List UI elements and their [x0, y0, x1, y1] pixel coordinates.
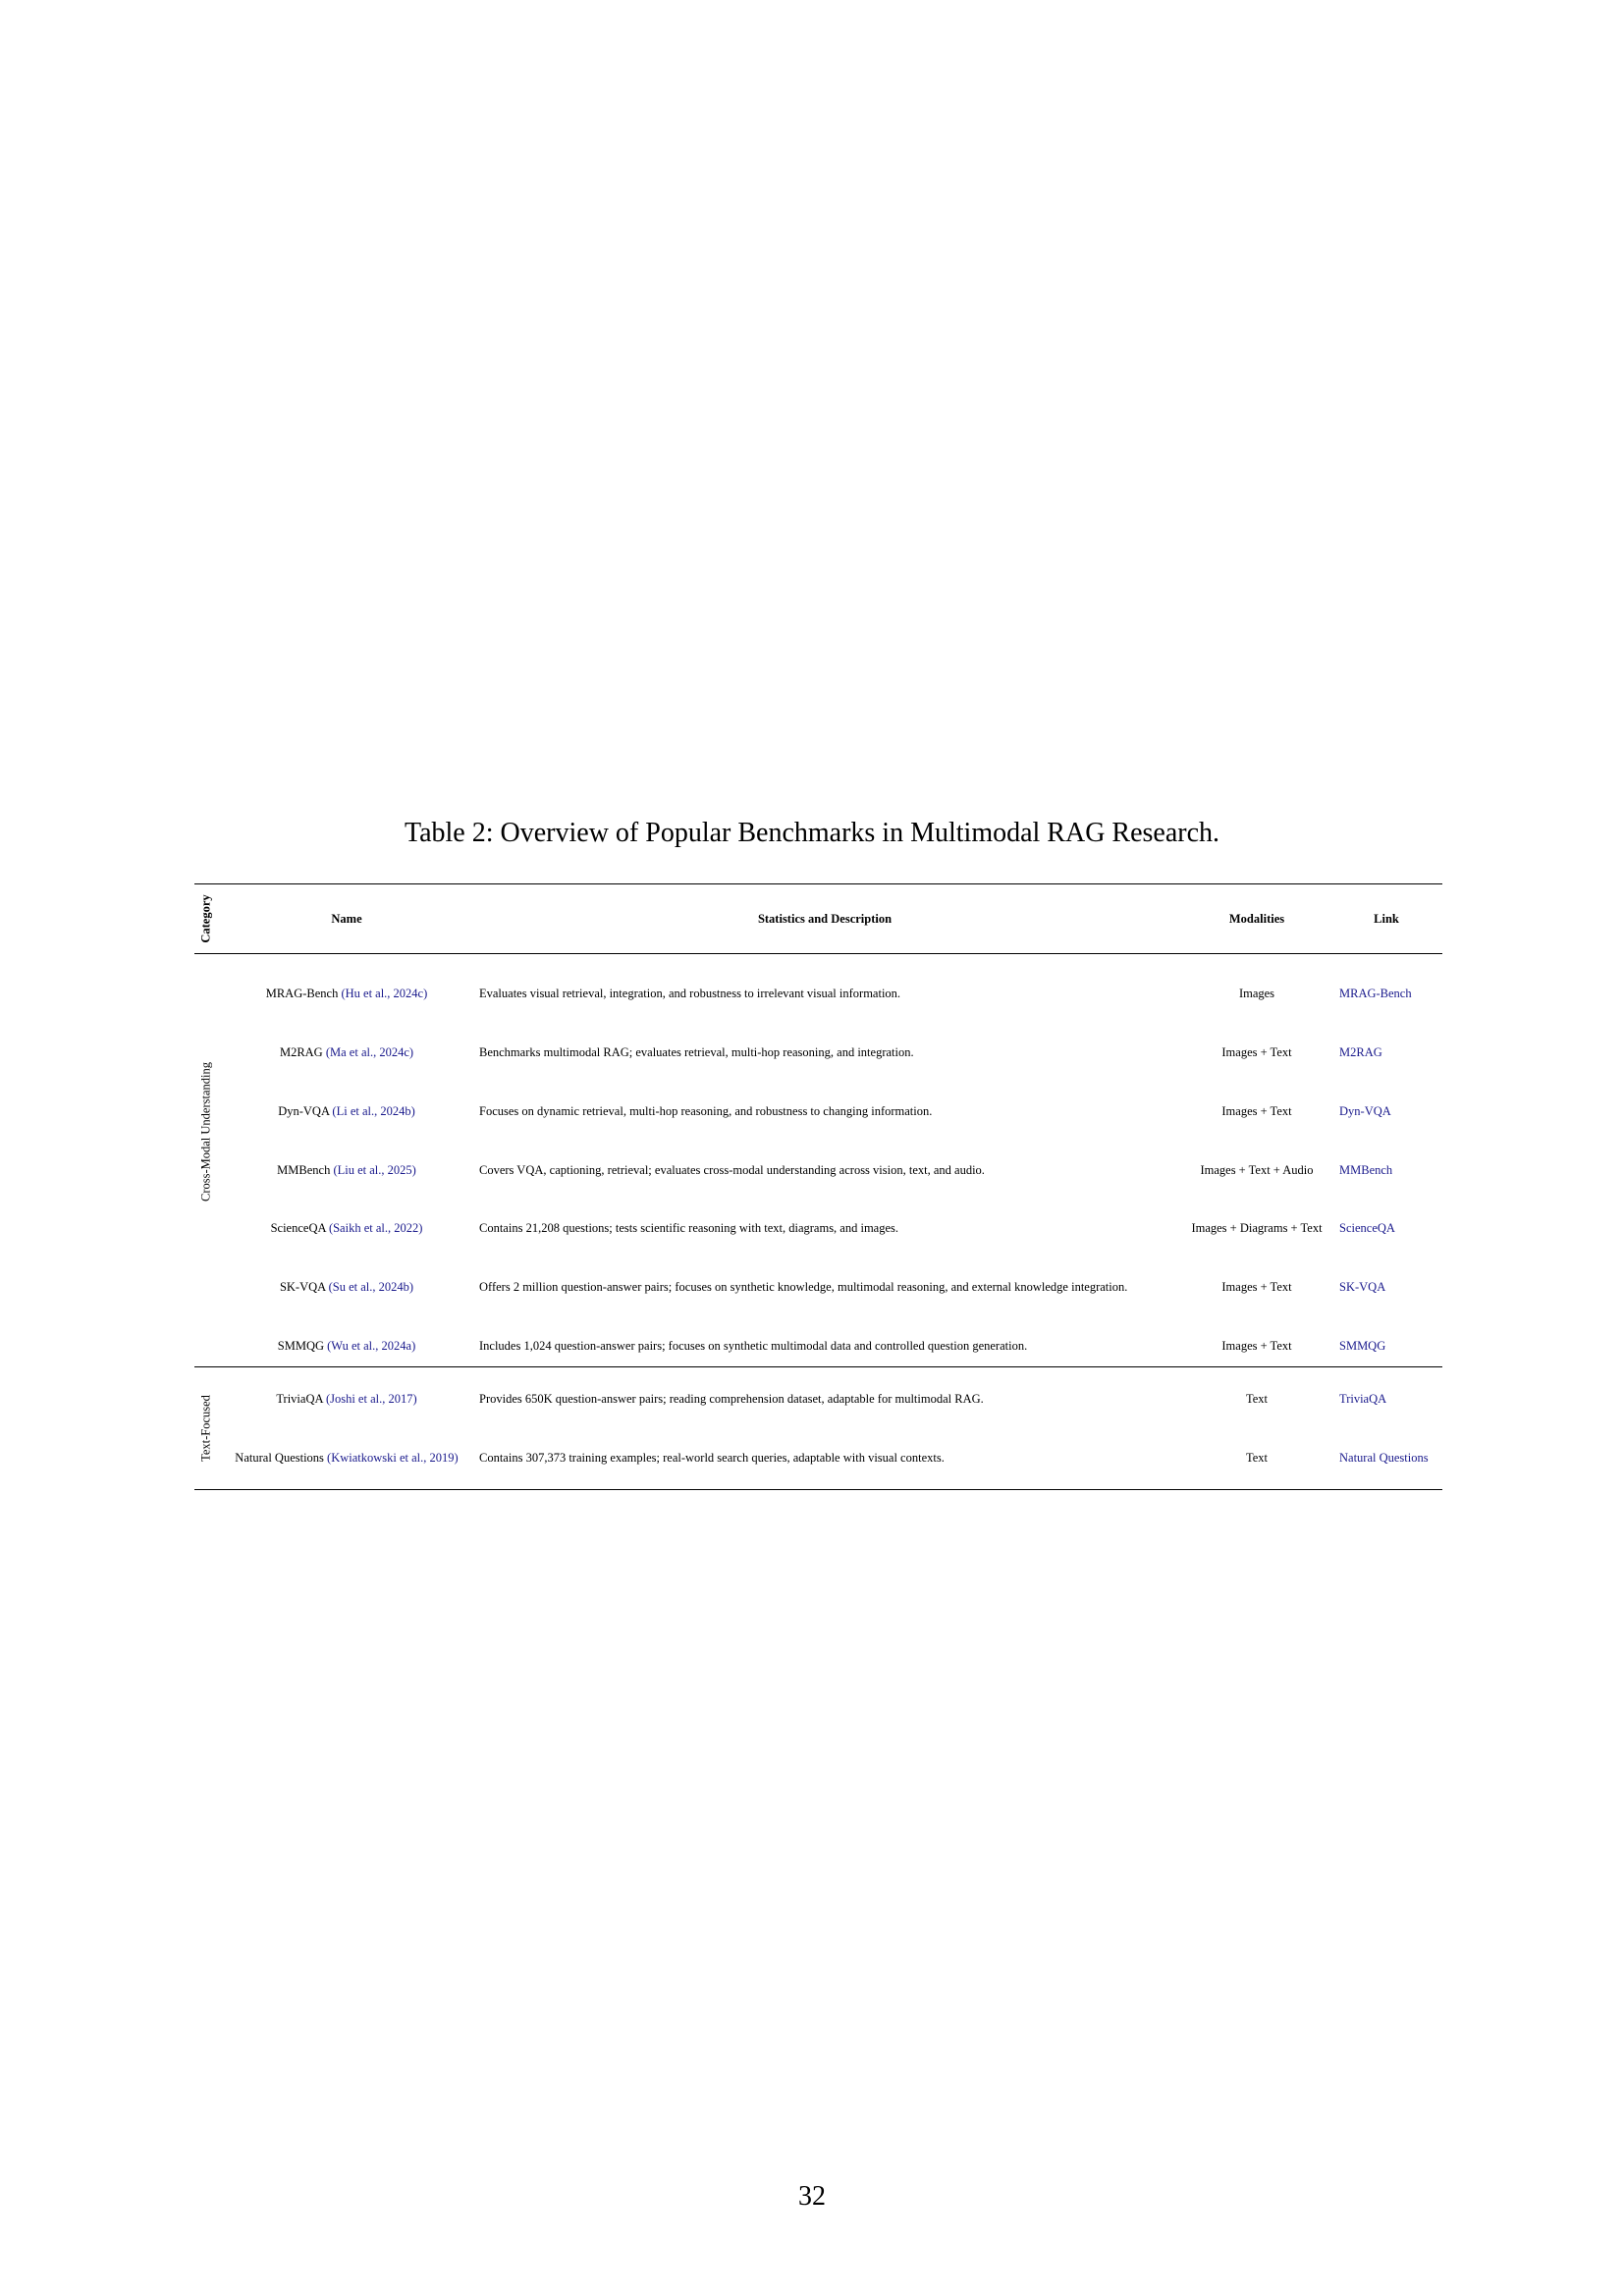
benchmark-name: MMBench (Liu et al., 2025) — [277, 1163, 416, 1177]
benchmark-modalities: Images + Text — [1221, 1339, 1292, 1353]
benchmark-modalities: Images + Text — [1221, 1280, 1292, 1294]
benchmark-modalities: Images + Text — [1221, 1045, 1292, 1059]
benchmark-link[interactable]: Natural Questions — [1339, 1446, 1429, 1469]
benchmark-link[interactable]: SMMQG — [1339, 1334, 1385, 1358]
table-row: SMMQG (Wu et al., 2024a) Includes 1,024 … — [194, 1334, 1442, 1358]
benchmark-modalities: Text — [1245, 1392, 1269, 1406]
benchmark-link[interactable]: M2RAG — [1339, 1041, 1382, 1064]
benchmark-modalities: Images — [1238, 987, 1275, 1000]
benchmark-name: M2RAG (Ma et al., 2024c) — [279, 1045, 414, 1059]
citation-link[interactable]: (Wu et al., 2024a) — [327, 1339, 415, 1353]
header-description: Statistics and Description — [757, 912, 893, 926]
benchmark-link[interactable]: MMBench — [1339, 1158, 1392, 1182]
benchmark-link[interactable]: ScienceQA — [1339, 1216, 1395, 1240]
table-row: Dyn-VQA (Li et al., 2024b) Focuses on dy… — [194, 1099, 1442, 1123]
table-row: M2RAG (Ma et al., 2024c) Benchmarks mult… — [194, 1041, 1442, 1064]
benchmark-description: Provides 650K question-answer pairs; rea… — [479, 1392, 984, 1406]
citation-link[interactable]: (Su et al., 2024b) — [329, 1280, 413, 1294]
benchmark-name: Dyn-VQA (Li et al., 2024b) — [278, 1104, 415, 1118]
table-row: MMBench (Liu et al., 2025) Covers VQA, c… — [194, 1158, 1442, 1182]
benchmark-description: Offers 2 million question-answer pairs; … — [479, 1280, 1128, 1294]
benchmark-description: Contains 21,208 questions; tests scienti… — [479, 1221, 899, 1235]
benchmark-modalities: Images + Text — [1221, 1104, 1292, 1118]
benchmark-name: TriviaQA (Joshi et al., 2017) — [276, 1392, 417, 1406]
table-row: TriviaQA (Joshi et al., 2017) Provides 6… — [194, 1387, 1442, 1411]
benchmark-name: SK-VQA (Su et al., 2024b) — [279, 1280, 414, 1294]
benchmark-name: Natural Questions (Kwiatkowski et al., 2… — [235, 1451, 459, 1465]
benchmark-description: Focuses on dynamic retrieval, multi-hop … — [479, 1104, 933, 1118]
benchmark-link[interactable]: MRAG-Bench — [1339, 982, 1412, 1005]
benchmark-modalities: Text — [1245, 1451, 1269, 1465]
benchmark-link[interactable]: Dyn-VQA — [1339, 1099, 1391, 1123]
header-modalities: Modalities — [1228, 912, 1285, 926]
table-row: SK-VQA (Su et al., 2024b) Offers 2 milli… — [194, 1275, 1442, 1299]
citation-link[interactable]: (Li et al., 2024b) — [332, 1104, 414, 1118]
header-name: Name — [331, 912, 362, 926]
table-header: Category Name Statistics and Description… — [194, 884, 1442, 954]
header-link: Link — [1374, 912, 1399, 926]
benchmark-name: SMMQG (Wu et al., 2024a) — [277, 1339, 416, 1353]
citation-link[interactable]: (Liu et al., 2025) — [333, 1163, 415, 1177]
section-text-focused: Text-Focused TriviaQA (Joshi et al., 201… — [194, 1367, 1442, 1489]
citation-link[interactable]: (Saikh et al., 2022) — [329, 1221, 422, 1235]
table-row: Natural Questions (Kwiatkowski et al., 2… — [194, 1446, 1442, 1469]
benchmark-description: Contains 307,373 training examples; real… — [479, 1451, 945, 1465]
header-category: Category — [198, 894, 213, 943]
benchmark-description: Covers VQA, captioning, retrieval; evalu… — [479, 1163, 985, 1177]
section-cross-modal: Cross-Modal Understanding MRAG-Bench (Hu… — [194, 954, 1442, 1367]
table-caption: Table 2: Overview of Popular Benchmarks … — [404, 818, 1220, 848]
benchmark-description: Evaluates visual retrieval, integration,… — [479, 987, 901, 1000]
citation-link[interactable]: (Joshi et al., 2017) — [326, 1392, 417, 1406]
benchmark-description: Benchmarks multimodal RAG; evaluates ret… — [479, 1045, 914, 1059]
citation-link[interactable]: (Ma et al., 2024c) — [326, 1045, 413, 1059]
benchmark-description: Includes 1,024 question-answer pairs; fo… — [479, 1339, 1028, 1353]
benchmark-modalities: Images + Text + Audio — [1200, 1163, 1314, 1177]
benchmarks-table: Category Name Statistics and Description… — [194, 883, 1442, 1490]
page-number: 32 — [798, 2181, 826, 2212]
benchmark-link[interactable]: TriviaQA — [1339, 1387, 1386, 1411]
benchmark-link[interactable]: SK-VQA — [1339, 1275, 1385, 1299]
table-row: ScienceQA (Saikh et al., 2022) Contains … — [194, 1216, 1442, 1240]
benchmark-modalities: Images + Diagrams + Text — [1191, 1221, 1323, 1235]
table-row: MRAG-Bench (Hu et al., 2024c) Evaluates … — [194, 982, 1442, 1005]
citation-link[interactable]: (Kwiatkowski et al., 2019) — [327, 1451, 459, 1465]
benchmark-name: MRAG-Bench (Hu et al., 2024c) — [265, 987, 428, 1000]
benchmark-name: ScienceQA (Saikh et al., 2022) — [270, 1221, 423, 1235]
citation-link[interactable]: (Hu et al., 2024c) — [341, 987, 427, 1000]
